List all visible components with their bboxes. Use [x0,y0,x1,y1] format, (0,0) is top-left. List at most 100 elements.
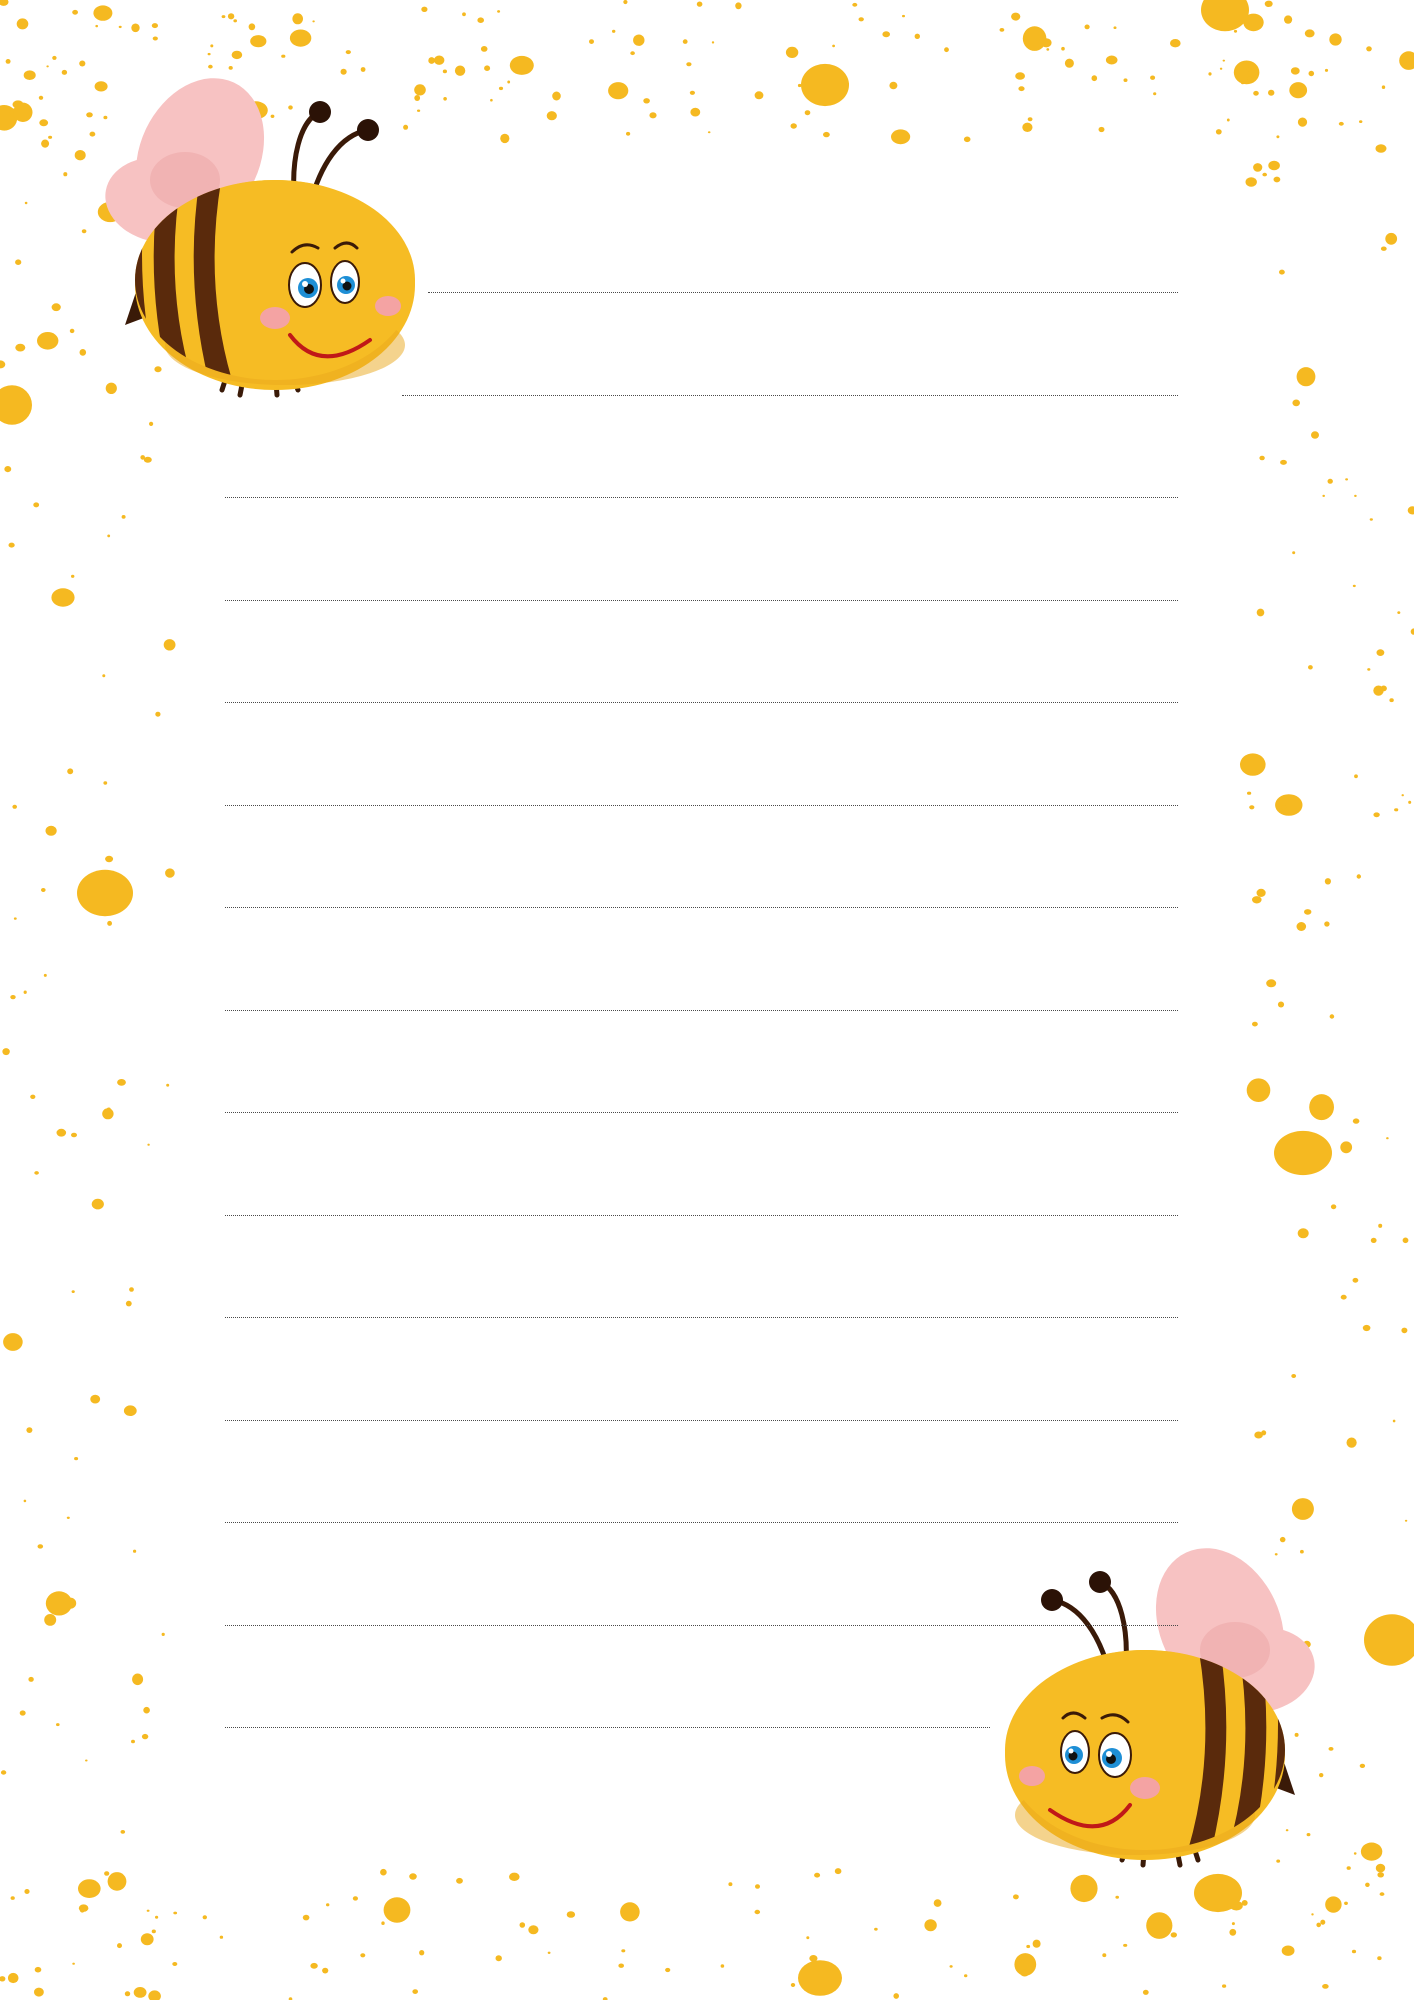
splatter-dot [0,385,32,425]
splatter-dot [1392,1419,1396,1423]
splatter-dot [814,1872,821,1878]
splatter-dot [13,102,33,123]
splatter-dot [1142,1989,1149,1995]
writing-line[interactable] [225,907,1178,908]
splatter-dot [326,1903,330,1907]
splatter-dot [1252,1021,1258,1027]
writing-line[interactable] [225,1625,1178,1626]
splatter-dot [421,6,428,12]
writing-line[interactable] [225,702,1178,703]
splatter-dot [1300,1549,1304,1554]
splatter-dot [120,1830,126,1834]
splatter-dot [360,67,366,72]
writing-line[interactable] [225,1420,1178,1421]
splatter-dot [1306,1833,1311,1837]
splatter-dot [81,229,87,234]
splatter-dot [77,869,133,917]
splatter-dot [1344,1901,1348,1906]
splatter-dot [63,172,68,177]
splatter-dot [51,303,61,312]
writing-line[interactable] [225,600,1178,601]
splatter-dot [1170,39,1181,48]
splatter-dot [202,1915,207,1920]
splatter-dot [914,33,920,39]
splatter-dot [1146,1912,1173,1939]
splatter-dot [1352,584,1356,588]
splatter-dot [340,68,347,75]
writing-line[interactable] [428,292,1178,293]
splatter-dot [383,1897,411,1923]
splatter-dot [893,1993,899,1999]
splatter-dot [858,17,864,22]
splatter-dot [289,29,312,47]
writing-line[interactable] [225,1317,1178,1318]
splatter-dot [547,1951,551,1955]
splatter-dot [15,259,22,266]
splatter-dot [735,2,742,10]
splatter-dot [302,1914,310,1921]
splatter-dot [1013,1894,1019,1900]
writing-line[interactable] [402,395,1178,396]
splatter-dot [1399,51,1414,70]
writing-line[interactable] [225,1112,1178,1113]
splatter-dot [7,1972,19,1984]
splatter-dot [312,20,315,23]
splatter-dot [44,1614,57,1626]
splatter-dot [124,1991,131,1997]
splatter-dot [497,10,501,13]
splatter-dot [1032,1939,1041,1948]
splatter-dot [1011,12,1021,21]
splatter-dot [1322,1984,1329,1989]
writing-line[interactable] [225,805,1178,806]
splatter-dot [1351,1949,1357,1954]
splatter-dot [107,534,111,538]
splatter-dot [889,81,898,90]
splatter-dot [221,15,226,19]
splatter-dot [140,1933,154,1946]
splatter-dot [34,1987,44,1997]
splatter-dot [1356,874,1362,879]
writing-line[interactable] [225,1215,1178,1216]
splatter-dot [219,1935,224,1939]
splatter-dot [71,1290,75,1293]
splatter-dot [519,1922,526,1928]
splatter-dot [102,1108,114,1120]
splatter-dot [1208,72,1212,76]
splatter-dot [790,1983,796,1987]
splatter-dot [454,65,466,76]
writing-line[interactable] [225,1727,990,1728]
splatter-dot [1327,478,1333,484]
writing-line[interactable] [225,1522,1178,1523]
writing-line[interactable] [225,497,1178,498]
splatter-dot [0,360,6,369]
splatter-dot [882,31,890,38]
splatter-dot [93,5,113,21]
splatter-dot [94,81,108,92]
splatter-dot [689,90,696,95]
splatter-dot [1113,26,1117,30]
splatter-dot [785,46,799,59]
splatter-dot [1316,1922,1321,1928]
splatter-dot [1386,1137,1389,1140]
splatter-dot [1274,1130,1332,1176]
splatter-dot [151,1929,156,1934]
splatter-dot [141,1733,149,1740]
splatter-dot [1353,1852,1357,1855]
splatter-dot [1401,1327,1408,1334]
splatter-dot [250,35,267,48]
splatter-dot [322,1967,329,1974]
splatter-dot [41,139,50,148]
splatter-dot [118,25,122,29]
writing-line[interactable] [225,1010,1178,1011]
splatter-dot [1389,698,1394,703]
splatter-dot [1246,67,1252,72]
splatter-dot [1359,1763,1366,1768]
splatter-dot [79,349,87,356]
splatter-dot [949,1965,953,1968]
splatter-dot [1340,1294,1347,1300]
splatter-dot [1329,1014,1335,1019]
splatter-dot [172,1962,178,1966]
splatter-dot [1285,1829,1289,1832]
splatter-dot [104,1871,110,1876]
splatter-dot [1359,120,1363,123]
